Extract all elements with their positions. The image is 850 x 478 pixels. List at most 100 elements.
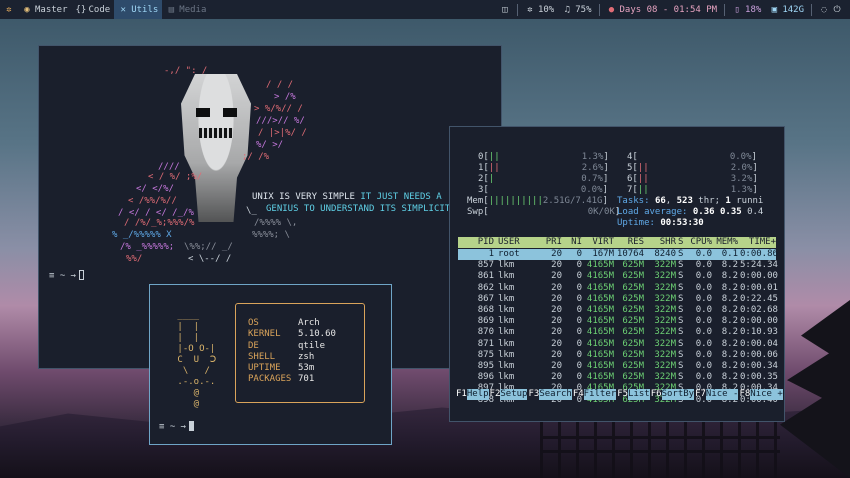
shell-prompt[interactable]: ≡ ~ → xyxy=(159,421,195,432)
process-s: S xyxy=(678,293,684,304)
process-cpu: 0.0 xyxy=(695,338,712,349)
notification-icon[interactable]: ◌ xyxy=(819,5,829,15)
process-table-header[interactable]: PID USER PRI NI VIRT RES SHR S CPU% MEM%… xyxy=(458,237,776,248)
tray[interactable]: ◌ ⏻ xyxy=(815,0,850,19)
shell-prompt[interactable]: ≡ ~ → xyxy=(49,270,85,281)
process-s: S xyxy=(678,349,684,360)
process-cpu: 0.0 xyxy=(695,271,712,282)
clock-widget: ● Days 08 - 01:54 PM xyxy=(603,0,722,19)
process-pri: 20 xyxy=(551,305,562,315)
terminal-fetch[interactable]: ____ | | | | |-O O-| C U Ↄ \ / .-.o.-. @… xyxy=(149,284,392,445)
process-virt: 4165M xyxy=(586,293,614,304)
fetch-row-os: OS Arch xyxy=(248,318,320,328)
process-time: 0:00.86 xyxy=(740,249,778,259)
process-mem: 8.2 xyxy=(721,271,738,282)
workspace-media[interactable]: ▤ Media xyxy=(162,0,210,19)
memory-widget: ▯ 18% xyxy=(728,0,765,19)
fetch-row-shell: SHELL zsh xyxy=(248,351,315,362)
process-s: S xyxy=(678,327,684,338)
quote-line-2: GENIUS TO UNDERSTAND ITS SIMPLICITY xyxy=(266,204,456,214)
process-mem: 8.2 xyxy=(721,260,738,271)
process-s: S xyxy=(678,282,684,293)
fetch-row-kernel: KERNEL 5.10.60 xyxy=(248,329,336,340)
process-row[interactable]: 871 lkm 20 0 4165M 625M 322M S 0.0 8.2 0:00.04 xyxy=(458,338,778,350)
process-row[interactable]: 857 lkm 20 0 4165M 625M 322M S 0.0 8.2 5:24.34 xyxy=(458,260,778,271)
distro-logo[interactable]: ✲ xyxy=(0,0,18,19)
fkey-setup[interactable]: Setup xyxy=(500,389,528,400)
process-row[interactable]: 862 lkm 20 0 4165M 625M 322M S 0.0 8.2 0:00.01 xyxy=(458,282,778,294)
process-cpu: 0.0 xyxy=(695,293,712,304)
process-res: 625M xyxy=(622,372,644,383)
process-time: 0:22.45 xyxy=(740,293,778,304)
process-row[interactable]: 870 lkm 20 0 4165M 625M 322M S 0.0 8.2 0:10.93 xyxy=(458,327,778,338)
process-time: 0:02.68 xyxy=(740,305,778,315)
process-row[interactable]: 869 lkm 20 0 4165M 625M 322M S 0.0 8.2 0:00.00 xyxy=(458,316,778,327)
process-row[interactable]: 896 lkm 20 0 4165M 625M 322M S 0.0 8.2 0:00.35 xyxy=(458,372,778,383)
workspace-label: Code xyxy=(88,4,111,15)
process-pri: 20 xyxy=(551,271,562,282)
workspace-utils[interactable]: ✕ Utils xyxy=(114,0,163,19)
process-pri: 20 xyxy=(551,327,562,338)
process-row[interactable]: 1 root 20 0 167M 10764 8240 S 0.0 0.1 0:00.86 xyxy=(458,249,778,260)
power-icon[interactable]: ⏻ xyxy=(832,5,842,15)
process-cpu: 0.0 xyxy=(695,305,712,315)
process-shr: 322M xyxy=(654,305,676,315)
process-virt: 4165M xyxy=(586,349,614,360)
fkey-nice-plus[interactable]: Nice + xyxy=(750,389,783,400)
process-ni: 0 xyxy=(576,327,582,338)
process-mem: 8.2 xyxy=(721,327,738,338)
process-res: 625M xyxy=(622,349,644,360)
fetch-row-packages: PACKAGES 701 xyxy=(248,374,315,385)
film-icon: ▤ xyxy=(168,4,174,15)
arch-logo-icon: ✲ xyxy=(6,4,12,15)
layout-toggle[interactable]: ◫ xyxy=(496,0,514,19)
volume-widget[interactable]: ♫ 75% xyxy=(558,0,595,19)
fkey-list[interactable]: List xyxy=(628,389,650,400)
fkey-help[interactable]: Help xyxy=(466,389,489,400)
terminal-htop[interactable]: 0[|| 1.3%] 1[|| 2.6%] 2[| 0.7%] 3[0.0%] 4[0… xyxy=(449,126,785,422)
process-row[interactable]: 895 lkm 20 0 4165M 625M 322M S 0.0 8.2 0:00.34 xyxy=(458,361,778,372)
process-virt: 4165M xyxy=(586,338,614,349)
fkey-sortby[interactable]: SortBy xyxy=(661,389,695,400)
process-shr: 322M xyxy=(654,282,676,293)
process-pid: 875 xyxy=(477,349,494,360)
process-pri: 20 xyxy=(551,338,562,349)
process-row[interactable]: 868 lkm 20 0 4165M 625M 322M S 0.0 8.2 0:02.68 xyxy=(458,305,778,316)
process-row[interactable]: 861 lkm 20 0 4165M 625M 322M S 0.0 8.2 0:00.00 xyxy=(458,271,778,282)
process-pri: 20 xyxy=(551,361,562,371)
process-time: 0:10.93 xyxy=(740,327,778,338)
process-mem: 8.2 xyxy=(721,305,738,315)
process-row[interactable]: 867 lkm 20 0 4165M 625M 322M S 0.0 8.2 0:22.45 xyxy=(458,293,778,305)
process-virt: 4165M xyxy=(586,327,614,338)
process-s: S xyxy=(678,361,684,371)
process-user: lkm xyxy=(498,305,515,315)
process-virt: 4165M xyxy=(586,282,614,293)
process-time: 0:00.34 xyxy=(740,361,778,371)
fkey-search[interactable]: Search xyxy=(539,389,572,400)
process-virt: 4165M xyxy=(586,361,614,371)
process-res: 625M xyxy=(622,293,644,304)
swap-meter: Swp[0K/0K] xyxy=(467,207,621,217)
volume-value: 75% xyxy=(575,4,592,15)
process-ni: 0 xyxy=(576,316,582,327)
process-mem: 8.2 xyxy=(721,372,738,383)
process-virt: 4165M xyxy=(586,372,614,383)
fkey-nice-minus[interactable]: Nice - xyxy=(705,389,739,400)
process-pid: 869 xyxy=(477,316,494,327)
process-s: S xyxy=(678,271,684,282)
workspace-label: Master xyxy=(35,4,68,15)
workspace-master[interactable]: ◉ Master xyxy=(18,0,72,19)
workspace-label: Media xyxy=(179,4,207,15)
fkey-filter[interactable]: Filter xyxy=(583,389,617,400)
process-pri: 20 xyxy=(551,349,562,360)
process-user: lkm xyxy=(498,327,515,338)
process-res: 625M xyxy=(622,327,644,338)
cpu-meter-1: 1[|| 2.6%] xyxy=(478,163,609,173)
process-pri: 20 xyxy=(551,372,562,383)
process-user: lkm xyxy=(498,372,515,383)
workspace-code[interactable]: {} Code xyxy=(72,0,115,19)
process-time: 0:00.35 xyxy=(740,372,778,383)
process-shr: 322M xyxy=(654,338,676,349)
process-row[interactable]: 875 lkm 20 0 4165M 625M 322M S 0.0 8.2 0:00.06 xyxy=(458,349,778,361)
process-ni: 0 xyxy=(576,271,582,282)
